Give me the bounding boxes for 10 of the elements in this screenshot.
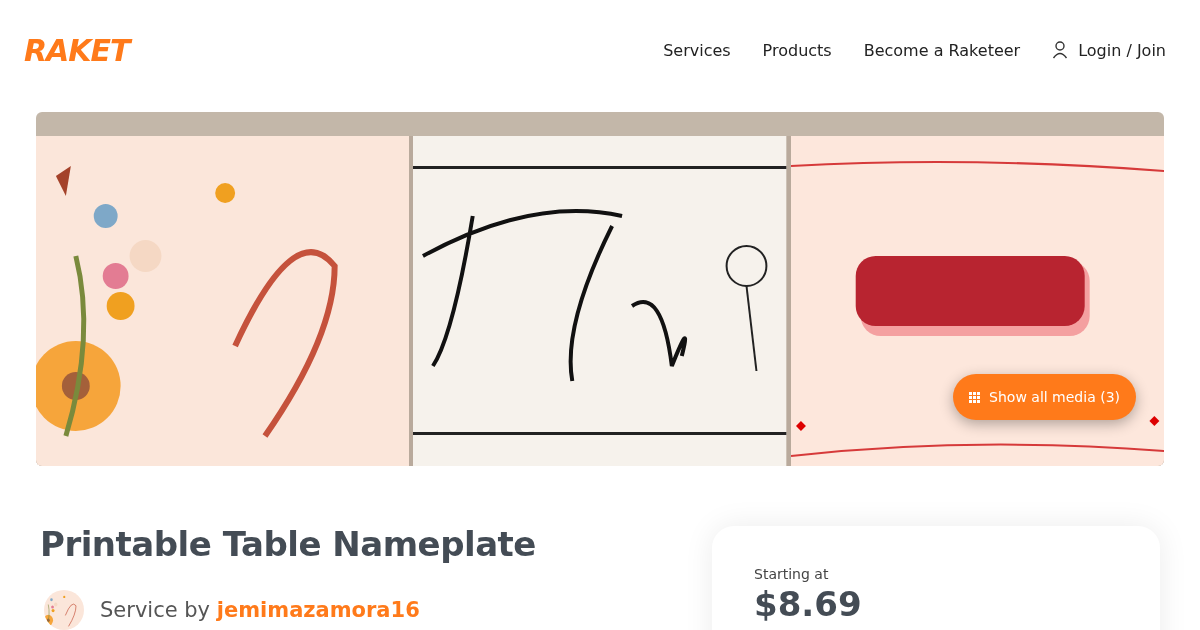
nav-link[interactable]: Services xyxy=(663,40,731,60)
nav-link[interactable]: Products xyxy=(762,40,832,60)
grid-icon xyxy=(969,391,981,403)
service-title: Printable Table Nameplate xyxy=(40,524,536,564)
starting-at-label: Starting at xyxy=(754,566,830,582)
service-by-text: Service by jemimazamora16 xyxy=(100,598,420,622)
price: $8.69 xyxy=(754,584,863,624)
user-icon xyxy=(1052,41,1069,59)
nav-link[interactable]: Become a Raketeer xyxy=(863,40,1021,60)
nav-link[interactable]: Login / Join xyxy=(1052,40,1166,60)
